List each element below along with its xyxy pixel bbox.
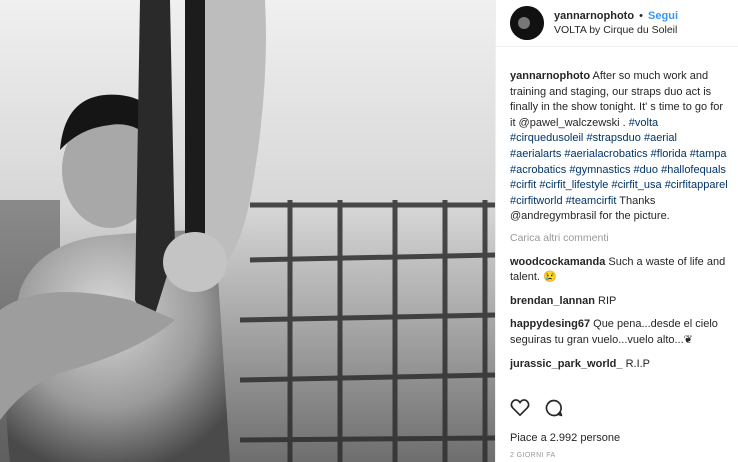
follow-button[interactable]: Segui <box>648 10 678 22</box>
comment-username[interactable]: jurassic_park_world_ <box>510 358 623 370</box>
hashtag-link[interactable]: #aerial <box>644 132 677 144</box>
heart-icon[interactable] <box>510 398 530 423</box>
hashtag-link[interactable]: #cirfit_lifestyle <box>539 179 608 191</box>
profile-picture <box>510 6 544 40</box>
comment-username[interactable]: brendan_lannan <box>510 295 595 307</box>
hashtag-link[interactable]: #teamcirfit <box>566 195 617 207</box>
caption: yannarnophoto After so much work and tra… <box>510 69 731 225</box>
hashtag-link[interactable]: #cirfitapparel <box>665 179 728 191</box>
hashtag-link[interactable]: #hallofequals <box>661 164 726 176</box>
comment-item: woodcockamanda Such a waste of life and … <box>510 255 731 286</box>
hashtag-link[interactable]: #cirfitworld <box>510 195 563 207</box>
comment-username[interactable]: woodcockamanda <box>510 256 605 268</box>
location-link[interactable]: VOLTA by Cirque du Soleil <box>554 23 678 37</box>
action-bar <box>510 398 564 423</box>
hashtag-link[interactable]: #acrobatics <box>510 164 566 176</box>
caption-username[interactable]: yannarnophoto <box>510 70 590 82</box>
hashtag-link[interactable]: #aerialacrobatics <box>564 148 647 160</box>
hashtag-link[interactable]: #strapsduo <box>586 132 640 144</box>
avatar[interactable] <box>510 6 544 40</box>
header-separator: • <box>639 10 643 22</box>
caption-hashtags: #volta #cirquedusoleil #strapsduo #aeria… <box>510 117 728 207</box>
comment-username[interactable]: happydesing67 <box>510 318 590 330</box>
instagram-post: yannarnophoto • Segui VOLTA by Cirque du… <box>0 0 738 462</box>
comments-area: yannarnophoto After so much work and tra… <box>496 47 738 372</box>
comment-item: happydesing67 Que pena...desde el cielo … <box>510 317 731 348</box>
hashtag-link[interactable]: #florida <box>651 148 687 160</box>
post-photo[interactable] <box>0 0 495 462</box>
hashtag-link[interactable]: #aerialarts <box>510 148 561 160</box>
hashtag-link[interactable]: #cirfit <box>510 179 536 191</box>
hashtag-link[interactable]: #cirquedusoleil <box>510 132 583 144</box>
hashtag-link[interactable]: #tampa <box>690 148 727 160</box>
post-header: yannarnophoto • Segui VOLTA by Cirque du… <box>496 0 738 47</box>
post-time: 2 GIORNI FA <box>510 452 556 459</box>
comment-text: RIP <box>594 294 617 307</box>
header-info: yannarnophoto • Segui VOLTA by Cirque du… <box>554 9 678 37</box>
hashtag-link[interactable]: #volta <box>629 117 658 129</box>
hashtag-link[interactable]: #gymnastics <box>569 164 630 176</box>
comment-icon[interactable] <box>544 398 564 423</box>
hashtag-link[interactable]: #cirfit_usa <box>611 179 661 191</box>
comment-item: brendan_lannan RIP <box>510 294 731 310</box>
acrobat-photo <box>0 0 495 462</box>
load-more-comments[interactable]: Carica altri commenti <box>510 231 731 247</box>
comment-list: woodcockamanda Such a waste of life and … <box>510 255 731 373</box>
comment-item: jurassic_park_world_ R.I.P <box>510 357 731 373</box>
post-side-panel: yannarnophoto • Segui VOLTA by Cirque du… <box>495 0 738 462</box>
header-username[interactable]: yannarnophoto <box>554 10 634 22</box>
comment-text: R.I.P <box>622 357 651 370</box>
likes-count[interactable]: Piace a 2.992 persone <box>510 432 620 444</box>
hashtag-link[interactable]: #duo <box>634 164 658 176</box>
